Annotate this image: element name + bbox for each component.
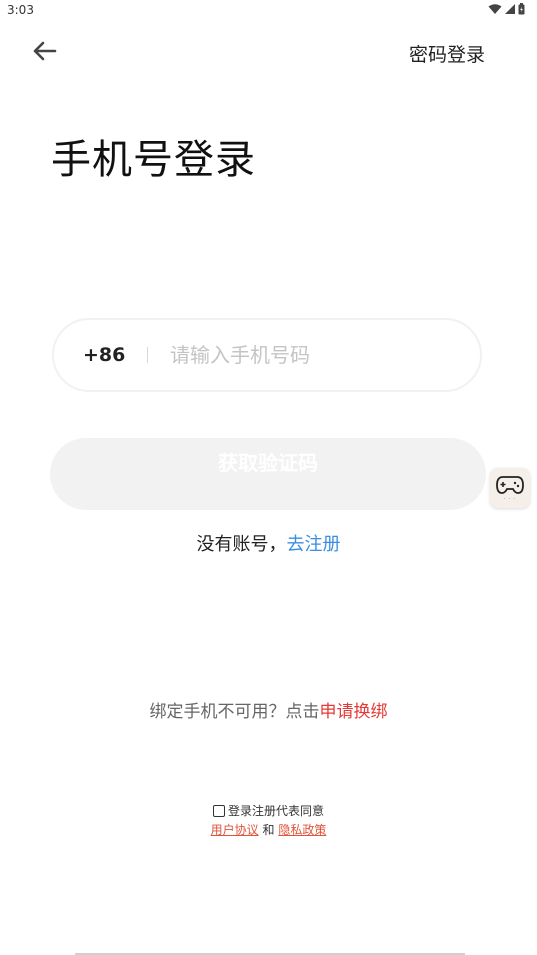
country-code[interactable]: +86 bbox=[83, 344, 127, 366]
rebind-link[interactable]: 申请换绑 bbox=[320, 702, 388, 722]
agreement-and: 和 bbox=[262, 823, 275, 837]
register-link[interactable]: 去注册 bbox=[287, 534, 341, 555]
widget-caption-mark: · · · bbox=[503, 495, 517, 502]
agreement-checkbox[interactable] bbox=[212, 804, 225, 817]
user-agreement-link[interactable]: 用户协议 bbox=[211, 823, 259, 837]
back-button[interactable] bbox=[28, 36, 60, 66]
status-icons bbox=[488, 3, 525, 15]
rebind-line: 绑定手机不可用？点击申请换绑 bbox=[0, 697, 537, 722]
gamepad-icon bbox=[496, 475, 524, 494]
wifi-icon bbox=[488, 3, 502, 14]
register-line: 没有账号，去注册 bbox=[0, 530, 537, 556]
rebind-prefix: 绑定手机不可用？点击 bbox=[149, 702, 320, 722]
signal-icon bbox=[505, 3, 515, 14]
password-login-link[interactable]: 密码登录 bbox=[409, 40, 485, 67]
privacy-policy-link[interactable]: 隐私政策 bbox=[278, 823, 326, 837]
status-time: 3:03 bbox=[7, 3, 34, 17]
phone-input[interactable] bbox=[168, 342, 452, 368]
battery-icon bbox=[518, 3, 525, 15]
arrow-left-icon bbox=[33, 41, 57, 61]
register-prefix: 没有账号， bbox=[196, 534, 287, 555]
agreement-prefix: 登录注册代表同意 bbox=[227, 804, 324, 818]
status-bar: 3:03 bbox=[0, 0, 537, 22]
get-code-button[interactable]: 获取验证码 bbox=[50, 438, 486, 510]
agreement-block: 登录注册代表同意 用户协议 和 隐私政策 bbox=[0, 802, 537, 838]
page-title: 手机号登录 bbox=[51, 137, 256, 183]
floating-game-widget[interactable]: · · · bbox=[490, 468, 530, 508]
divider bbox=[147, 347, 148, 363]
phone-input-row: +86 bbox=[52, 318, 482, 392]
